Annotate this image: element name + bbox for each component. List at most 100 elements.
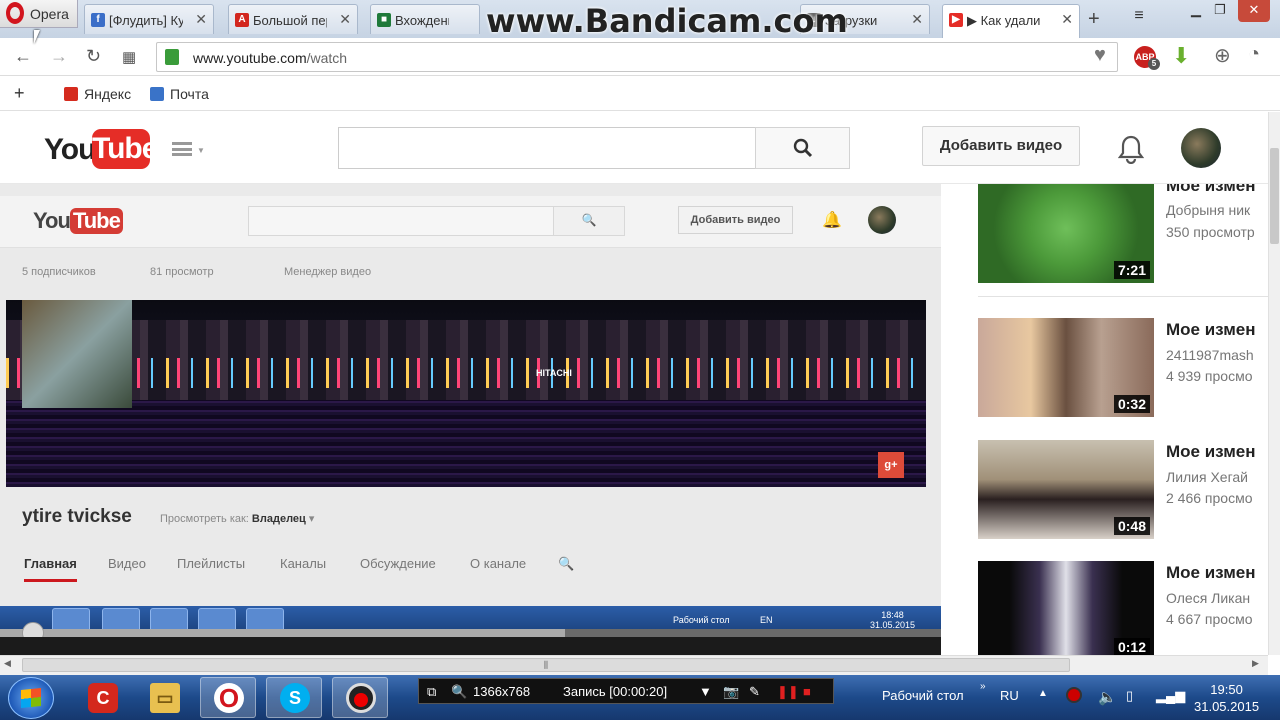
inner-bell-icon: 🔔 [822,212,842,229]
video-player[interactable]: You Tube 🔍 Добавить видео 🔔 5 подписчиков… [0,184,941,655]
toolbar-chevron-icon[interactable]: » [980,681,986,692]
network-plug-icon[interactable]: ▯ [1126,688,1133,704]
video-thumbnail[interactable]: 0:32 [978,318,1154,417]
inner-subscribers: 5 подписчиков [22,266,96,278]
tab-list-icon[interactable]: ≡ [1124,6,1154,28]
pencil-icon[interactable]: ✎ [749,684,760,700]
dropdown-icon[interactable]: ▼ [699,684,712,699]
guide-menu-icon[interactable] [172,142,192,156]
tab-close-icon[interactable]: ✕ [1061,11,1073,28]
search-button[interactable] [755,127,850,169]
minimize-button[interactable]: ▁ [1184,0,1208,22]
start-button[interactable] [8,677,54,719]
video-thumbnail[interactable]: 0:48 [978,440,1154,539]
inner-tab-main: Главная [24,556,77,582]
horizontal-scrollbar[interactable]: ◀ ⫼ ▶ [0,655,1268,675]
notifications-bell-icon[interactable] [1117,134,1145,169]
inner-tab-channels: Каналы [280,556,327,571]
tab-youtube-active[interactable]: ▶ ▶ Как удали ✕ [942,4,1080,38]
scroll-left-icon[interactable]: ◀ [4,658,11,669]
video-progress-bar[interactable] [0,622,941,644]
heart-bookmark-icon[interactable]: ♥ [1094,44,1106,67]
tab-close-icon[interactable]: ✕ [911,11,923,28]
video-title[interactable]: Мое измен [1166,320,1256,340]
video-thumbnail[interactable]: 7:21 [978,184,1154,283]
taskbar-bandicam[interactable] [332,677,388,718]
inner-tab-discussion: Обсуждение [360,556,436,571]
language-indicator[interactable]: RU [1000,688,1019,703]
signal-bars-icon[interactable]: ▂▄▆ [1156,688,1185,704]
stop-icon[interactable]: ■ [803,684,811,699]
sidebar-separator [978,296,1268,297]
inner-view-as: Просмотреть как: Владелец ▾ [160,513,315,525]
taskbar-skype[interactable]: S [266,677,322,718]
tab-bolshoy[interactable]: A Большой пер ✕ [228,4,358,34]
tab-fludit[interactable]: f [Флудить] Ку ✕ [84,4,214,34]
related-video-item[interactable]: 0:12 Мое измен Олеся Ликан 4 667 просмо [978,561,1268,655]
video-title[interactable]: Мое измен [1166,184,1256,196]
taskbar-opera[interactable]: O [200,677,256,718]
recording-status: Запись [00:00:20] [563,684,668,699]
tray-bandicam-icon[interactable] [1066,687,1082,703]
savefrom-download-icon[interactable]: ⬇ [1172,43,1190,69]
close-window-button[interactable]: ✕ [1238,0,1270,22]
video-views: 4 667 просмо [1166,611,1253,627]
search-input[interactable] [338,127,756,169]
browser-tab-bar: Opera f [Флудить] Ку ✕ A Большой пер ✕ ■… [0,0,1280,40]
window-select-icon[interactable]: ⧉ [427,684,436,700]
system-clock[interactable]: 19:50 31.05.2015 [1194,681,1259,715]
speed-dial-grid-icon[interactable]: ▦ [122,48,136,66]
related-video-item[interactable]: 7:21 Мое измен Добрыня ник 350 просмотр [978,184,1268,284]
tab-vhozhdenie[interactable]: ■ Вхождение [370,4,480,34]
inner-lang: EN [760,615,773,625]
camera-icon[interactable]: 📷 [723,684,739,700]
video-title[interactable]: Мое измен [1166,442,1256,462]
opera-speed-icon[interactable]: ◔ [1248,43,1260,66]
user-avatar[interactable] [1181,128,1221,168]
volume-icon[interactable]: 🔈 [1098,688,1117,706]
downloads-icon[interactable]: ⊕ [1214,43,1231,68]
maximize-button[interactable]: ❐ [1208,0,1232,22]
url-field[interactable]: www.youtube.com/watch [156,42,1118,72]
pause-icon[interactable]: ❚❚ [777,684,799,700]
video-channel: Добрыня ник [1166,202,1251,218]
tray-expand-icon[interactable]: ▲ [1038,688,1048,699]
horizontal-scroll-thumb[interactable]: ⫼ [22,658,1070,672]
vertical-scrollbar[interactable] [1268,112,1280,655]
banner-channel-art [22,300,132,408]
bookmark-yandex[interactable]: Яндекс [64,86,131,102]
duration-badge: 0:12 [1113,638,1150,655]
video-title[interactable]: Мое измен [1166,563,1256,583]
tab-close-icon[interactable]: ✕ [339,11,351,28]
reload-icon[interactable]: ↻ [86,46,101,67]
vertical-scroll-thumb[interactable] [1270,148,1279,244]
new-tab-button[interactable]: + [1088,8,1100,31]
clock-date: 31.05.2015 [1194,699,1260,714]
taskbar-ccleaner[interactable]: C [74,677,130,718]
taskbar-explorer[interactable]: ▭ [136,677,192,718]
youtube-header: You Tube ▼ Добавить видео [0,112,1268,184]
lock-icon [165,49,179,65]
bandicam-watermark: www.Bandicam.com [486,2,848,40]
inner-youtube-header: You Tube 🔍 Добавить видео 🔔 [0,196,941,248]
zoom-icon[interactable]: 🔍 [451,684,467,700]
related-video-item[interactable]: 0:32 Мое измен 2411987mash 4 939 просмо [978,318,1268,418]
desktop-toolbar-label[interactable]: Рабочий стол [882,688,964,703]
upload-video-button[interactable]: Добавить видео [922,126,1080,166]
bookmark-pochta[interactable]: Почта [150,86,209,102]
tab-favicon-icon: f [91,13,105,27]
video-thumbnail[interactable]: 0:12 [978,561,1154,655]
opera-menu-button[interactable]: Opera [0,0,78,28]
google-plus-icon: g+ [878,452,904,478]
forward-arrow-icon[interactable]: → [50,46,68,67]
tab-close-icon[interactable]: ✕ [195,11,207,28]
related-video-item[interactable]: 0:48 Мое измен Лилия Хегай 2 466 просмо [978,440,1268,540]
video-channel: Лилия Хегай [1166,469,1248,485]
scroll-right-icon[interactable]: ▶ [1252,658,1259,669]
clock-time: 19:50 [1210,682,1243,697]
url-host: www.youtube.com [193,50,307,66]
address-bar-row: ← → ↻ ▦ www.youtube.com/watch ♥ ABP 5 ⬇ … [0,38,1280,76]
back-arrow-icon[interactable]: ← [14,46,32,67]
add-bookmark-icon[interactable]: + [14,83,25,104]
inner-video-manager: Менеджер видео [284,266,372,278]
